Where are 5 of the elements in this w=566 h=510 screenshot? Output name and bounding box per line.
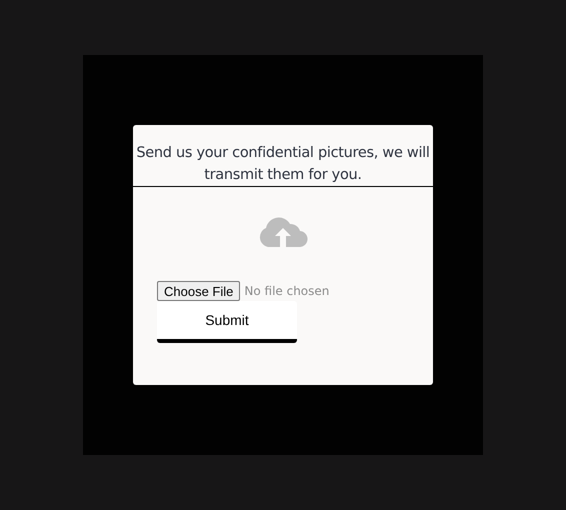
heading: Send us your confidential pictures, we will transmit them for you. [133, 125, 433, 187]
choose-file-button[interactable]: Choose File [157, 281, 240, 301]
submit-button[interactable]: Submit [157, 301, 297, 343]
cloud-upload-icon [258, 217, 308, 247]
file-status: No file chosen [244, 284, 330, 298]
